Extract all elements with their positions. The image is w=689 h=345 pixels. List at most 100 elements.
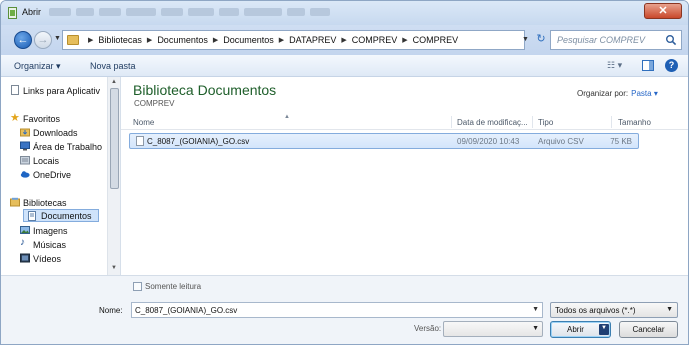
file-name: C_8087_(GOIANIA)_GO.csv [147,137,250,146]
search-placeholder: Pesquisar COMPREV [557,35,646,45]
chevron-down-icon: ▼ [601,325,607,331]
chevron-down-icon[interactable]: ▼ [532,306,539,313]
navigation-bar: ← → ▼ ▶ Bibliotecas ▶ Documentos ▶ Docum… [1,25,688,55]
version-label: Versão: [414,324,442,333]
breadcrumb-item[interactable]: DATAPREV [289,35,336,45]
arrange-by-control[interactable]: Organizar por: Pasta ▾ [577,89,658,98]
navigation-pane: Links para Aplicativ ★ Favoritos Downloa… [1,77,121,275]
star-icon: ★ [10,112,20,124]
scroll-up-icon[interactable]: ▲ [111,79,117,85]
pictures-icon [20,226,30,234]
column-divider[interactable] [532,116,533,128]
sidebar-item-music[interactable]: ♪ Músicas [20,237,67,251]
sidebar-item-label: Imagens [33,225,68,236]
address-bar[interactable]: ▶ Bibliotecas ▶ Documentos ▶ Documentos … [62,30,525,50]
file-name-value: C_8087_(GOIANIA)_GO.csv [135,306,238,315]
open-file-dialog: Abrir ✕ ← → ▼ ▶ Bibliotecas ▶ Documentos… [0,0,689,345]
library-subtitle: COMPREV [134,99,175,108]
file-type-filter-value: Todos os arquivos (*.*) [555,306,636,315]
column-headers: ▲ Nome Data de modificaç... Tipo Tamanho [121,114,688,130]
search-input[interactable]: Pesquisar COMPREV [550,30,682,50]
arrange-by-value[interactable]: Pasta ▾ [631,89,658,98]
sidebar-item-label: Links para Aplicativ [23,85,101,96]
open-options-button[interactable]: ▼ [599,324,609,335]
title-bar[interactable]: Abrir ✕ [1,1,688,25]
breadcrumb: ▶ Bibliotecas ▶ Documentos ▶ Documentos … [83,35,458,45]
spreadsheet-app-icon [8,7,17,19]
help-icon[interactable]: ? [665,59,678,72]
sidebar-group-favorites[interactable]: ★ Favoritos [10,112,61,125]
chevron-right-icon[interactable]: ▶ [279,36,284,44]
sort-ascending-icon: ▲ [284,114,290,120]
blurred-title-text [49,8,330,17]
file-name-label: Nome: [99,306,123,315]
window-title: Abrir [22,7,42,17]
column-header-size[interactable]: Tamanho [618,118,651,127]
file-modified: 09/09/2020 10:43 [457,137,520,146]
readonly-option[interactable]: Somente leitura [133,282,201,291]
preview-pane-icon[interactable] [642,60,654,71]
refresh-icon[interactable]: ↻ [534,32,548,46]
address-dropdown-icon[interactable]: ▼ [522,36,529,43]
csv-file-icon [136,136,144,146]
back-arrow-icon[interactable]: ← [14,31,32,49]
file-type-filter[interactable]: Todos os arquivos (*.*) ▼ [550,302,678,318]
sidebar-item-label: OneDrive [33,169,72,180]
videos-icon [20,253,30,263]
breadcrumb-item[interactable]: Documentos [223,35,274,45]
sidebar-item-label: Downloads [33,127,78,138]
breadcrumb-item[interactable]: Documentos [157,35,208,45]
organize-button[interactable]: Organizar ▾ [14,61,61,72]
sidebar-item-onedrive[interactable]: OneDrive [20,168,72,181]
column-header-modified[interactable]: Data de modificaç... [457,118,528,127]
sidebar-item-documents[interactable]: Documentos [23,209,99,222]
recent-pages-dropdown-icon[interactable]: ▼ [54,35,61,42]
column-divider[interactable] [451,116,452,128]
search-icon[interactable] [665,34,677,46]
dialog-footer: Somente leitura Nome: C_8087_(GOIANIA)_G… [1,275,688,344]
open-button[interactable]: Abrir ▼ [550,321,611,338]
recent-places-icon [20,156,30,165]
column-divider[interactable] [611,116,612,128]
breadcrumb-item[interactable]: Bibliotecas [98,35,142,45]
breadcrumb-item[interactable]: COMPREV [413,35,459,45]
desktop-icon [20,141,30,151]
scroll-thumb[interactable] [110,88,119,189]
column-header-name[interactable]: Nome [133,118,154,127]
chevron-down-icon[interactable]: ▼ [666,306,673,313]
sidebar-item-videos[interactable]: Vídeos [20,252,61,265]
scroll-down-icon[interactable]: ▼ [111,265,117,271]
chevron-right-icon[interactable]: ▶ [341,36,346,44]
sidebar-item-label: Favoritos [23,113,61,124]
file-name-input[interactable]: C_8087_(GOIANIA)_GO.csv ▼ [131,302,543,318]
sidebar-group-libraries[interactable]: Bibliotecas [10,196,67,209]
cancel-button[interactable]: Cancelar [619,321,678,338]
new-folder-button[interactable]: Nova pasta [90,61,136,71]
command-toolbar: Organizar ▾ Nova pasta ☷ ▾ ? [1,55,688,77]
chevron-right-icon[interactable]: ▶ [213,36,218,44]
chevron-down-icon[interactable]: ▼ [532,325,539,332]
sidebar-item-places[interactable]: Locais [20,154,59,167]
sidebar-item-desktop[interactable]: Área de Trabalho [20,140,102,153]
sidebar-item-pictures[interactable]: Imagens [20,224,68,237]
libraries-icon [10,197,20,207]
file-row[interactable]: C_8087_(GOIANIA)_GO.csv 09/09/2020 10:43… [129,133,639,149]
column-header-type[interactable]: Tipo [538,118,553,127]
readonly-label: Somente leitura [145,282,202,291]
sidebar-item-links[interactable]: Links para Aplicativ [11,84,101,97]
breadcrumb-item[interactable]: COMPREV [352,35,398,45]
chevron-right-icon[interactable]: ▶ [147,36,152,44]
sidebar-item-label: Músicas [33,239,67,250]
file-list-pane: Biblioteca Documentos COMPREV Organizar … [121,77,688,275]
readonly-checkbox[interactable] [133,282,142,291]
change-view-icon[interactable]: ☷ ▾ [607,60,622,71]
forward-arrow-icon[interactable]: → [34,31,52,49]
close-button[interactable]: ✕ [644,3,682,19]
library-title: Biblioteca Documentos [133,82,277,98]
chevron-right-icon[interactable]: ▶ [402,36,407,44]
version-select[interactable]: ▼ [443,321,543,337]
sidebar-item-downloads[interactable]: Downloads [20,126,78,139]
chevron-right-icon[interactable]: ▶ [88,36,93,44]
file-type: Arquivo CSV [538,137,584,146]
navigation-scrollbar[interactable]: ▲ ▼ [107,77,120,275]
